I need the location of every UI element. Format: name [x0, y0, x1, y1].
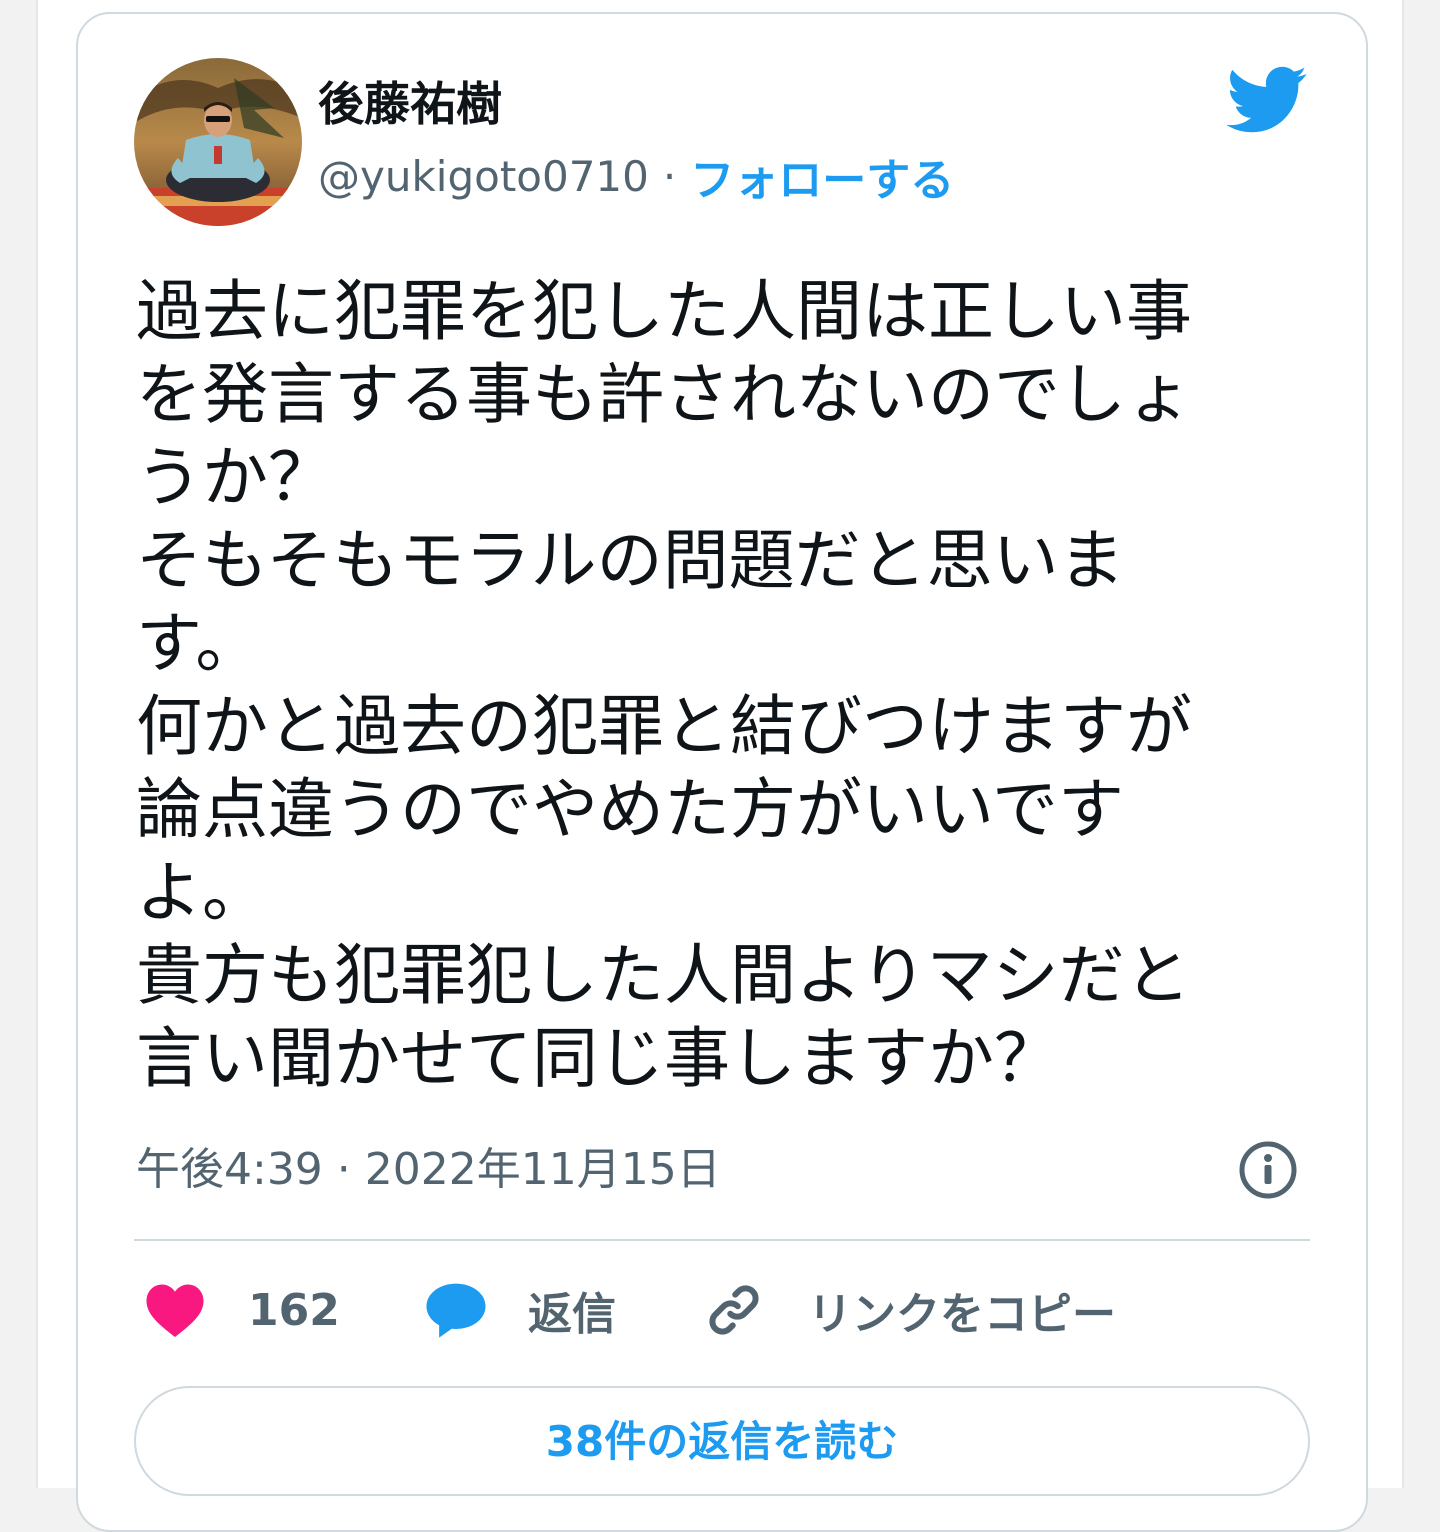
link-icon: [704, 1280, 764, 1340]
twitter-bird-icon[interactable]: [1226, 66, 1308, 134]
avatar[interactable]: [134, 58, 302, 226]
separator-dot: ·: [662, 151, 677, 201]
speech-bubble-icon: [424, 1281, 488, 1339]
tweet-text: 過去に犯罪を犯した人間は正しい事 を発言する事も許されないのでしょ うか？ そも…: [136, 273, 1192, 1097]
author-name[interactable]: 後藤祐樹: [318, 74, 502, 134]
read-replies-button[interactable]: 38件の返信を読む: [134, 1386, 1310, 1496]
copy-link-label: リンクをコピー: [808, 1289, 1116, 1340]
author-handle[interactable]: @yukigoto0710: [318, 152, 649, 201]
action-bar: 162 返信 リンクをコピー: [134, 1270, 1310, 1350]
copy-link-button[interactable]: リンクをコピー: [704, 1270, 1116, 1350]
heart-icon: [144, 1282, 206, 1338]
like-count: 162: [248, 1284, 340, 1336]
handle-row: @yukigoto0710 · フォローする: [318, 144, 954, 208]
follow-link[interactable]: フォローする: [690, 144, 954, 208]
divider: [134, 1239, 1310, 1241]
reply-label: 返信: [528, 1289, 616, 1340]
like-button[interactable]: 162: [144, 1270, 340, 1350]
read-replies-label: 38件の返信を読む: [545, 1416, 899, 1466]
info-icon[interactable]: [1238, 1140, 1298, 1200]
reply-button[interactable]: 返信: [424, 1270, 616, 1350]
tweet-timestamp[interactable]: 午後4:39 · 2022年11月15日: [136, 1138, 721, 1202]
